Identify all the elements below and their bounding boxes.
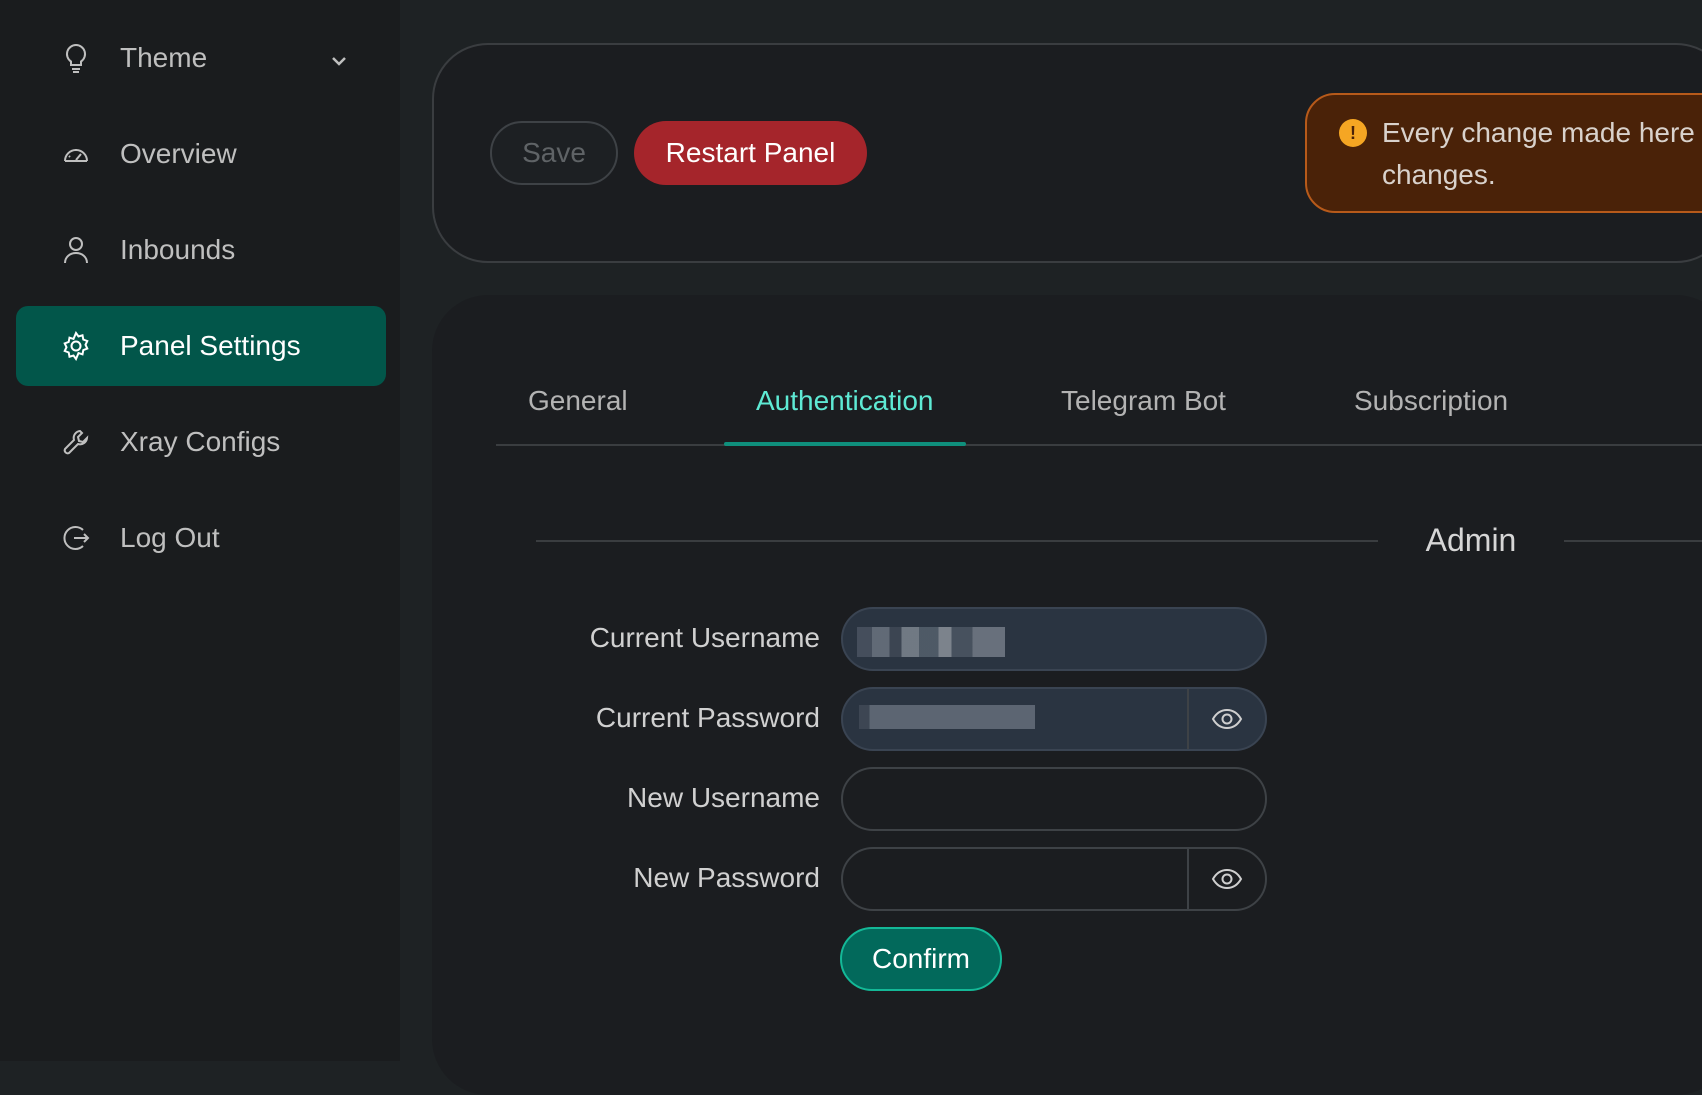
gear-icon [60,330,92,362]
current-password-label: Current Password [595,702,820,733]
sidebar-item-overview[interactable]: Overview [16,114,386,194]
wrench-icon [60,426,92,458]
redacted-value [859,705,1035,729]
restart-panel-button[interactable]: Restart Panel [634,121,867,185]
user-icon [60,234,92,266]
section-divider [1564,540,1702,542]
new-username-field[interactable] [841,767,1267,831]
tab-telegram-bot[interactable]: Telegram Bot [1061,385,1226,417]
new-password-label: New Password [633,862,820,893]
save-button[interactable]: Save [490,121,618,185]
tab-subscription[interactable]: Subscription [1354,385,1508,417]
sidebar-item-xray-configs[interactable]: Xray Configs [16,402,386,482]
logout-icon [60,522,92,554]
current-password-field[interactable] [841,687,1267,751]
sidebar-item-label: Log Out [120,522,220,553]
dashboard-icon [60,138,92,170]
section-divider [536,540,1378,542]
sidebar-item-inbounds[interactable]: Inbounds [16,210,386,290]
confirm-button[interactable]: Confirm [840,927,1002,991]
sidebar-item-log-out[interactable]: Log Out [16,498,386,578]
chevron-down-icon[interactable] [328,47,350,69]
new-password-field[interactable] [841,847,1267,911]
sidebar-item-label: Overview [120,138,237,169]
current-username-label: Current Username [589,622,820,653]
sidebar: Theme Overview Inbounds Panel Settings X… [0,0,400,1061]
sidebar-item-label: Theme [120,42,208,73]
warning-icon: ! [1339,119,1367,147]
sidebar-item-theme[interactable]: Theme [16,18,386,98]
sidebar-item-panel-settings[interactable]: Panel Settings [16,306,386,386]
current-username-field[interactable] [841,607,1267,671]
eye-icon[interactable] [1187,689,1265,749]
tabs-divider [496,444,1702,446]
section-title: Admin [1425,522,1517,558]
new-username-label: New Username [627,782,820,813]
warning-alert: ! Every change made here changes. [1305,93,1702,213]
redacted-value [857,627,1005,657]
sidebar-item-label: Xray Configs [120,426,281,457]
active-tab-indicator [724,442,966,446]
lightbulb-icon [60,42,92,74]
alert-message: Every change made here changes. [1382,117,1695,190]
tab-general[interactable]: General [528,385,628,417]
tab-authentication[interactable]: Authentication [756,385,933,417]
eye-icon[interactable] [1187,849,1265,909]
sidebar-item-label: Inbounds [120,234,236,265]
sidebar-item-label: Panel Settings [120,330,301,361]
